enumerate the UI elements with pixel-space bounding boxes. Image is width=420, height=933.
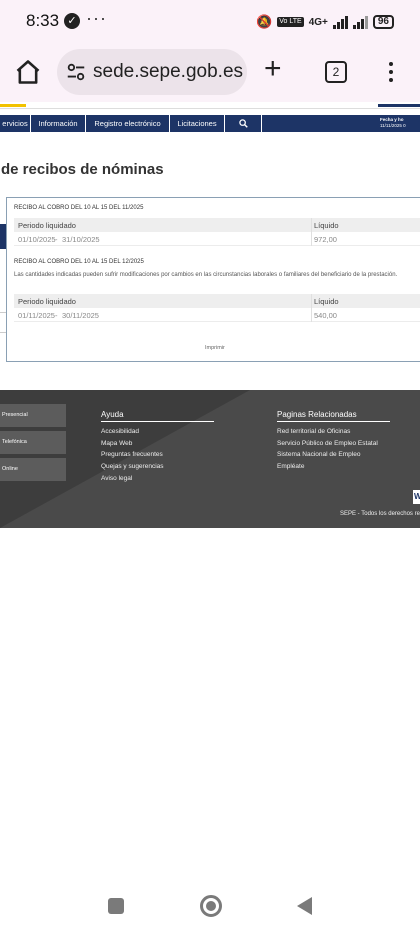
period-separator: - (55, 235, 58, 244)
footer-copyright: SEPE - Todos los derechos re (340, 511, 420, 517)
receipt-title: RECIBO AL COBRO DEL 10 AL 15 DEL 12/2025 (14, 259, 144, 265)
footer-related-title: Paginas Relacionadas (277, 410, 390, 422)
footer-link-red-territorial[interactable]: Red territorial de Oficinas (277, 428, 350, 435)
recents-icon[interactable] (108, 898, 124, 914)
search-icon (239, 119, 248, 128)
nav-search-button[interactable] (225, 115, 262, 132)
nav-item-servicios[interactable]: ervicios (0, 115, 31, 132)
footer-link-mapa-web[interactable]: Mapa Web (101, 440, 132, 447)
period-to: 30/11/2025 (62, 311, 99, 320)
nav-item-registro[interactable]: Registro electrónico (86, 115, 170, 132)
col-amount-header: Líquido (314, 297, 339, 306)
web-page: ervicios Información Registro electrónic… (0, 102, 420, 882)
footer-link-sne[interactable]: Sistema Nacional de Empleo (277, 451, 360, 458)
status-icons: 🔕 Vo LTE 4G+ 96 (256, 12, 394, 32)
nav-date-value: 11/11/2025 0 (380, 123, 406, 128)
column-divider (311, 294, 312, 308)
mute-icon: 🔕 (256, 14, 273, 29)
period-to: 31/10/2025 (62, 235, 100, 244)
accessibility-badge[interactable]: W (413, 490, 420, 504)
channel-telefonica-button[interactable]: Telefónica (0, 431, 66, 454)
header-divider (0, 108, 420, 109)
receipt-table-header: Periodo liquidado Líquido (14, 294, 420, 308)
main-nav: ervicios Información Registro electrónic… (0, 115, 420, 132)
footer-link-quejas[interactable]: Quejas y sugerencias (101, 463, 164, 470)
amount-value: 540,00 (314, 311, 337, 320)
network-type: 4G+ (308, 16, 328, 28)
header-accent (0, 104, 26, 107)
volte-icon: Vo LTE (277, 17, 304, 27)
column-divider (311, 218, 312, 232)
more-notifications-icon: ··· (86, 8, 107, 28)
footer-link-accesibilidad[interactable]: Accesibilidad (101, 428, 139, 435)
table-row: 01/10/2025 - 31/10/2025 972,00 (14, 232, 420, 246)
amount-value: 972,00 (314, 235, 337, 244)
col-amount-header: Líquido (314, 221, 339, 230)
tune-icon[interactable] (65, 61, 87, 83)
print-button[interactable]: Imprimir (205, 345, 225, 351)
signal-icon-2 (352, 15, 368, 29)
column-divider (311, 308, 312, 322)
signal-icon (332, 15, 348, 29)
system-nav-bar (0, 882, 420, 933)
notification-check-icon: ✓ (64, 13, 80, 29)
home-icon[interactable] (14, 58, 42, 86)
status-time: 8:33 (26, 11, 60, 30)
header-accent-navy (378, 104, 420, 107)
more-vert-icon[interactable] (386, 60, 396, 84)
nav-date: Fecha y ho 11/11/2025 0 (380, 117, 420, 129)
period-from: 01/10/2025 (18, 235, 56, 244)
receipt-note: Las cantidades indicadas pueden sufrir m… (14, 272, 398, 278)
receipt-table-header: Periodo liquidado Líquido (14, 218, 420, 232)
channel-presencial-button[interactable]: Presencial (0, 404, 66, 427)
col-period-header: Periodo liquidado (18, 221, 76, 230)
home-nav-icon[interactable] (200, 895, 222, 917)
address-bar[interactable]: sede.sepe.gob.es (57, 49, 247, 95)
status-bar: 8:33 ✓ ··· 🔕 Vo LTE 4G+ 96 (0, 0, 420, 44)
footer-link-preguntas[interactable]: Preguntas frecuentes (101, 451, 163, 458)
tab-count-button[interactable]: 2 (325, 61, 347, 83)
browser-toolbar: sede.sepe.gob.es + 2 (0, 44, 420, 102)
channel-online-button[interactable]: Online (0, 458, 66, 481)
table-row: 01/11/2025 - 30/11/2025 540,00 (14, 308, 420, 322)
site-footer: Presencial Telefónica Online Ayuda Acces… (0, 390, 420, 528)
col-period-header: Periodo liquidado (18, 297, 76, 306)
footer-link-aviso-legal[interactable]: Aviso legal (101, 475, 132, 482)
nav-item-informacion[interactable]: Información (31, 115, 86, 132)
period-separator: - (55, 311, 58, 320)
footer-link-sepe[interactable]: Servicio Público de Empleo Estatal (277, 440, 378, 447)
battery-icon: 96 (372, 15, 394, 29)
footer-help-title: Ayuda (101, 410, 214, 422)
receipt-title: RECIBO AL COBRO DEL 10 AL 15 DEL 11/2025 (14, 205, 144, 211)
url-text[interactable]: sede.sepe.gob.es (93, 61, 243, 83)
back-icon[interactable] (297, 897, 312, 915)
new-tab-plus-icon[interactable]: + (264, 54, 282, 84)
period-from: 01/11/2025 (18, 311, 55, 320)
page-title: de recibos de nóminas (1, 161, 164, 178)
receipts-panel: RECIBO AL COBRO DEL 10 AL 15 DEL 11/2025… (6, 197, 420, 362)
column-divider (311, 232, 312, 246)
footer-link-empleate[interactable]: Empléate (277, 463, 304, 470)
nav-item-licitaciones[interactable]: Licitaciones (170, 115, 225, 132)
